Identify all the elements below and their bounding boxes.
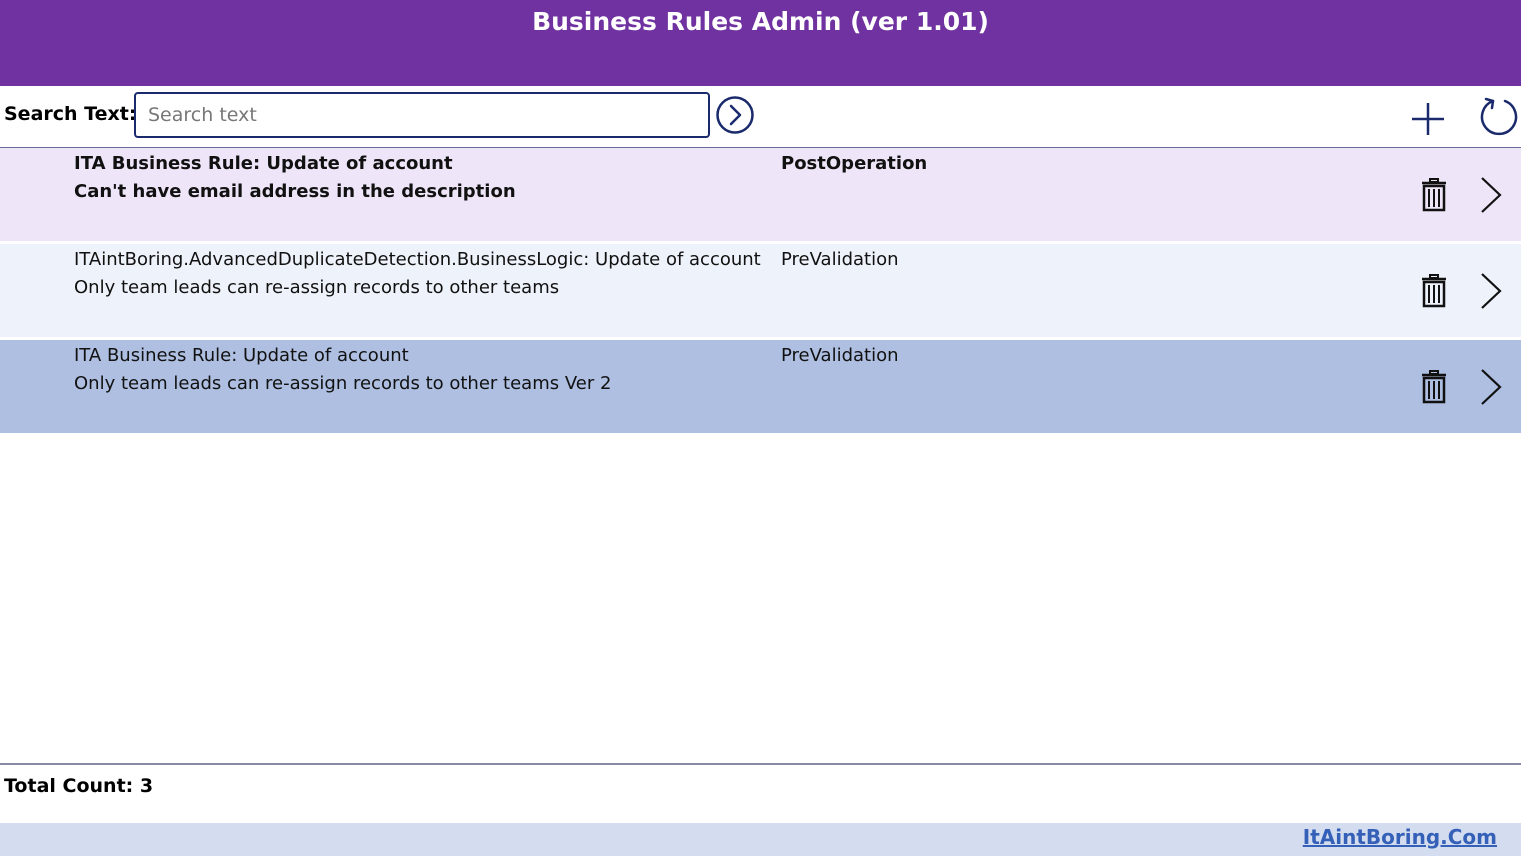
chevron-right-icon[interactable] [1476,271,1504,311]
rule-stage: PostOperation [781,153,928,174]
trash-icon[interactable] [1420,274,1448,308]
rule-row[interactable]: ITA Business Rule: Update of account Onl… [0,340,1521,433]
trash-icon[interactable] [1420,178,1448,212]
rule-name: ITA Business Rule: Update of account [74,345,409,366]
chevron-right-icon[interactable] [1476,367,1504,407]
chevron-right-icon[interactable] [1476,175,1504,215]
rule-name: ITA Business Rule: Update of account [74,153,453,174]
footer-divider [0,763,1521,765]
rule-description: Can't have email address in the descript… [74,181,516,202]
arrow-circle-right-icon[interactable] [715,95,755,135]
search-bar: Search Text: [0,86,1521,148]
rule-stage: PreValidation [781,345,899,366]
rule-stage: PreValidation [781,249,899,270]
rule-row[interactable]: ITAintBoring.AdvancedDuplicateDetection.… [0,244,1521,337]
trash-icon[interactable] [1420,370,1448,404]
page-title: Business Rules Admin (ver 1.01) [532,7,989,36]
rule-description: Only team leads can re-assign records to… [74,277,560,298]
bottom-bar: ItAintBoring.Com [0,823,1521,856]
rule-name: ITAintBoring.AdvancedDuplicateDetection.… [74,249,761,270]
header-bar: Business Rules Admin (ver 1.01) [0,0,1521,86]
rule-description: Only team leads can re-assign records to… [74,373,612,394]
app-screen: Business Rules Admin (ver 1.01) Search T… [0,0,1521,856]
rule-row[interactable]: ITA Business Rule: Update of account Can… [0,148,1521,241]
plus-icon[interactable] [1409,100,1447,138]
site-link[interactable]: ItAintBoring.Com [1303,825,1497,849]
search-input[interactable] [134,92,710,138]
total-count: Total Count: 3 [4,775,154,797]
rules-gallery: ITA Business Rule: Update of account Can… [0,148,1521,436]
search-label: Search Text: [4,103,137,125]
refresh-icon[interactable] [1478,96,1520,138]
